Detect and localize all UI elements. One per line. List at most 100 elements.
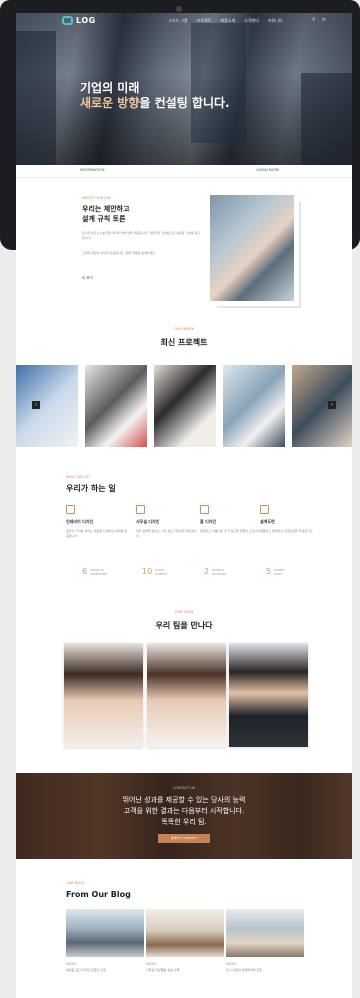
project-image[interactable] (154, 365, 216, 447)
blog-category: NEWS (226, 962, 237, 966)
about-paragraph: 고객의 성공이 우리의 성공입니다. 함께 미래를 설계하세요. (82, 251, 156, 255)
blueprint-icon (260, 505, 269, 514)
stat-label: EXPERT STAFF (274, 568, 285, 576)
hero-banner: LOG 그리드 그룹 프로젝트 제품소개 고객센터 커뮤니티 ⚲ ≡ 기업의 미… (16, 13, 352, 165)
hero-learn-more-link[interactable]: LEARN MORE (256, 168, 279, 172)
hero-footer-info: INFORMATION (80, 168, 105, 172)
cta-line: 뛰어난 성과를 제공할 수 있는 당사의 능력 (122, 796, 246, 804)
blog-kicker: OUR BLOG (66, 881, 85, 885)
hero-building (16, 31, 56, 165)
hero-footer-bar: INFORMATION LEARN MORE (16, 165, 352, 178)
project-image[interactable] (85, 365, 147, 447)
about-title: 우리는 제안하고 설계 규칙 토론 (82, 204, 130, 224)
services-kicker: WHAT WE DO (66, 475, 90, 479)
stat-number: 10 (142, 567, 153, 576)
top-navigation: LOG 그리드 그룹 프로젝트 제품소개 고객센터 커뮤니티 ⚲ ≡ (16, 13, 352, 31)
office-building-icon (136, 505, 145, 514)
blog-title: From Our Blog (66, 890, 131, 899)
logo-text: LOG (76, 16, 96, 25)
stat-label-line: STAFF (274, 571, 283, 576)
services-title: 우리가 하는 일 (66, 484, 116, 493)
cta-line: 고객을 위한 결과는 다음부터 시작합니다. (123, 807, 245, 815)
stat-label: AWARDS RECEIVED (212, 568, 226, 576)
main-menu: 그리드 그룹 프로젝트 제품소개 고객센터 커뮤니티 (168, 18, 283, 24)
service-title: 홈 디자인 (200, 519, 217, 524)
about-paragraph: 당신의 비즈니스를 위한 최적의 솔루션을 제공합니다. 전문적인 컨설팅으로 … (82, 231, 201, 240)
interior-design-icon (66, 505, 75, 514)
service-desc: 공간의 가치를 높이는 맞춤형 인테리어 설계를 제공합니다. (66, 529, 127, 538)
blog-image (146, 909, 224, 957)
about-title-line2: 설계 규칙 토론 (82, 215, 126, 223)
blog-text: 도시 건축과 인테리어의 조화 (226, 968, 262, 972)
stat-label-line: COMPLETED (90, 571, 108, 576)
nav-icons: ⚲ ≡ (312, 17, 326, 23)
stat-label: PROJECTS COMPLETED (90, 568, 107, 576)
about-kicker: ABOUT OUR JOB (82, 196, 111, 200)
team-member-photo[interactable] (147, 643, 226, 747)
hero-building (301, 73, 352, 165)
blog-card[interactable]: NEWS 새로운 공간 디자인 트렌드 소개 (66, 909, 144, 972)
cta-banner: CONTACT US 뛰어난 성과를 제공할 수 있는 당사의 능력 고객을 위… (16, 773, 352, 859)
blog-text: 새로운 공간 디자인 트렌드 소개 (66, 968, 106, 972)
website-page: LOG 그리드 그룹 프로젝트 제품소개 고객센터 커뮤니티 ⚲ ≡ 기업의 미… (16, 13, 352, 998)
site-logo[interactable]: LOG (62, 16, 96, 25)
service-item: 사무실 디자인 업무 효율을 높이는 사무 공간 디자인을 제안합니다. (136, 505, 198, 539)
camera-dot (176, 6, 182, 12)
menu-item-support[interactable]: 고객센터 (244, 18, 259, 24)
stat-number: 2 (204, 567, 210, 576)
stat-label-line: CLIENTS (155, 571, 167, 576)
blog-image (226, 909, 304, 957)
service-desc: 정확하고 체계적인 설계도면을 작성합니다. (260, 529, 314, 533)
service-desc: 업무 효율을 높이는 사무 공간 디자인을 제안합니다. (136, 529, 197, 538)
projects-carousel: ‹ › (16, 365, 352, 447)
logo-icon (62, 16, 73, 25)
project-image[interactable] (16, 365, 78, 447)
blog-text: 사무실 리모델링 성공 사례 (146, 968, 180, 972)
cta-kicker: CONTACT US (172, 786, 196, 790)
stat-label: HAPPY CLIENTS (155, 568, 167, 576)
stat-label-line: RECEIVED (212, 571, 227, 576)
team-member-photo[interactable] (64, 643, 143, 747)
about-title-line1: 우리는 제안하고 (82, 205, 130, 213)
team-title: 우리 팀을 만나다 (155, 621, 213, 630)
service-title: 인테리어 디자인 (66, 519, 94, 524)
projects-kicker: OUR WORK (174, 327, 194, 331)
stat-counter: 10 HAPPY CLIENTS (142, 567, 167, 576)
service-item: 홈 디자인 편안하고 아름다운 주거 공간을 만들어 드립니다. (200, 505, 262, 534)
stat-number: 5 (266, 567, 272, 576)
blog-category: NEWS (146, 962, 157, 966)
service-item: 설계도면 정확하고 체계적인 설계도면을 작성합니다. (260, 505, 322, 534)
carousel-next-button[interactable]: › (328, 401, 336, 409)
menu-icon[interactable]: ≡ (322, 17, 326, 23)
hero-title-line2: 새로운 방향을 컨설팅 합니다. (80, 96, 230, 111)
projects-title: 최신 프로젝트 (160, 338, 208, 347)
project-image[interactable] (223, 365, 285, 447)
hero-highlight: 새로운 방향 (80, 96, 140, 110)
cta-text: 뛰어난 성과를 제공할 수 있는 당사의 능력 고객을 위한 결과는 다음부터 … (16, 795, 352, 828)
team-kicker: OUR TEAM (174, 610, 194, 614)
stat-counter: 6 PROJECTS COMPLETED (82, 567, 107, 576)
contact-button[interactable]: 문의하기 CONTACT (158, 834, 210, 843)
about-more-link[interactable]: 더 보기 (82, 276, 93, 281)
blog-category: NEWS (66, 962, 77, 966)
hero-title: 기업의 미래 새로운 방향을 컨설팅 합니다. (80, 81, 230, 111)
service-title: 사무실 디자인 (136, 519, 160, 524)
search-icon[interactable]: ⚲ (312, 17, 316, 23)
home-icon (200, 505, 209, 514)
blog-card[interactable]: NEWS 도시 건축과 인테리어의 조화 (226, 909, 304, 972)
service-item: 인테리어 디자인 공간의 가치를 높이는 맞춤형 인테리어 설계를 제공합니다. (66, 505, 128, 539)
menu-item-projects[interactable]: 프로젝트 (197, 18, 212, 24)
about-handshake-image (210, 195, 294, 301)
blog-card[interactable]: NEWS 사무실 리모델링 성공 사례 (146, 909, 224, 972)
menu-item-group[interactable]: 그리드 그룹 (168, 18, 188, 24)
menu-item-community[interactable]: 커뮤니티 (268, 18, 283, 24)
stat-number: 6 (82, 567, 88, 576)
hero-title-line1: 기업의 미래 (80, 81, 140, 95)
carousel-prev-button[interactable]: ‹ (32, 401, 40, 409)
service-desc: 편안하고 아름다운 주거 공간을 만들어 드립니다. (200, 529, 261, 533)
menu-item-products[interactable]: 제품소개 (220, 18, 235, 24)
service-title: 설계도면 (260, 519, 275, 524)
blog-image (66, 909, 144, 957)
project-image[interactable] (292, 365, 352, 447)
team-member-photo[interactable] (229, 643, 308, 747)
